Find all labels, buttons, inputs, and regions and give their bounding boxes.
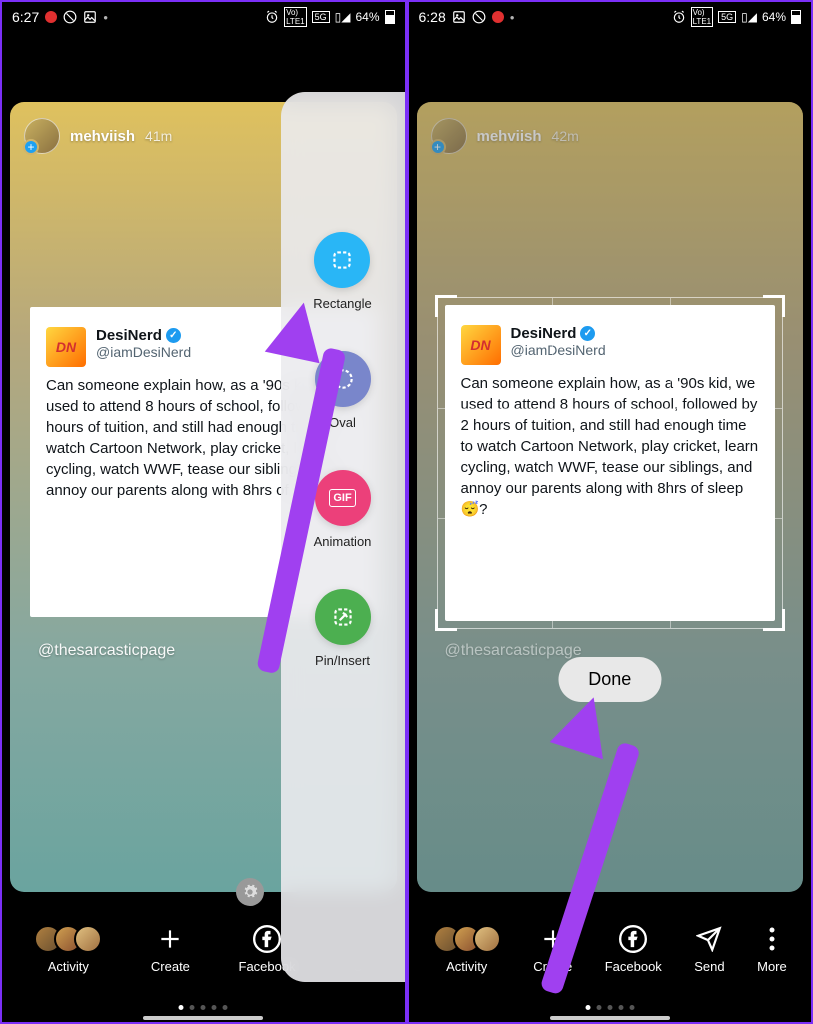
- activity-label: Activity: [446, 959, 487, 974]
- phone-right: 6:28 ● Vo)LTE1 5G ▯◢ 64% + mehviish 42m: [407, 0, 813, 1024]
- rectangle-icon: [329, 247, 355, 273]
- attribution: @thesarcasticpage: [445, 642, 582, 660]
- crop-handle-bl[interactable]: [435, 609, 457, 631]
- tool-rectangle[interactable]: Rectangle: [313, 232, 372, 311]
- battery-text: 64%: [762, 10, 786, 24]
- status-dot: ●: [103, 13, 108, 22]
- gallery-icon: [452, 10, 466, 24]
- crop-handle-tl[interactable]: [435, 295, 457, 317]
- signal-icon: ▯◢: [741, 10, 757, 24]
- record-icon: [45, 11, 57, 23]
- 5g-icon: 5G: [312, 11, 330, 23]
- phone-left: 6:27 ● Vo)LTE1 5G ▯◢ 64% + mehviish 41m …: [0, 0, 407, 1024]
- tool-label: Pin/Insert: [315, 653, 370, 668]
- more-label: More: [757, 959, 787, 974]
- dnd-icon: [472, 10, 486, 24]
- create-label: Create: [151, 959, 190, 974]
- verified-icon: [166, 328, 181, 343]
- nav-handle[interactable]: [143, 1016, 263, 1020]
- status-bar: 6:28 ● Vo)LTE1 5G ▯◢ 64%: [409, 2, 812, 32]
- gear-icon[interactable]: [236, 878, 264, 906]
- volte-icon: Vo)LTE1: [284, 7, 307, 27]
- status-time: 6:27: [12, 9, 39, 25]
- alarm-icon: [265, 10, 279, 24]
- battery-icon: [791, 10, 801, 24]
- username[interactable]: mehviish: [70, 128, 135, 145]
- facebook-label: Facebook: [605, 959, 662, 974]
- crop-handle-tr[interactable]: [763, 295, 785, 317]
- tweet-avatar: DN: [46, 327, 86, 367]
- facebook-button[interactable]: Facebook: [605, 925, 662, 974]
- pin-icon: [330, 604, 356, 630]
- create-button[interactable]: Create: [151, 925, 190, 974]
- facebook-icon: [619, 925, 647, 953]
- send-icon: [695, 925, 723, 953]
- annotation-arrow-head: [265, 297, 331, 363]
- tweet-name: DesiNerd: [96, 327, 191, 344]
- activity-label: Activity: [48, 959, 89, 974]
- page-dots: [585, 1005, 634, 1010]
- tool-label: Oval: [329, 415, 356, 430]
- status-dot: ●: [510, 13, 515, 22]
- attribution: @thesarcasticpage: [38, 642, 175, 660]
- volte-icon: Vo)LTE1: [691, 7, 714, 27]
- time-ago: 41m: [145, 128, 172, 144]
- tool-label: Animation: [314, 534, 372, 549]
- activity-button[interactable]: Activity: [34, 925, 102, 974]
- status-time: 6:28: [419, 9, 446, 25]
- status-bar: 6:27 ● Vo)LTE1 5G ▯◢ 64%: [2, 2, 405, 32]
- avatar-add-icon[interactable]: +: [23, 139, 39, 155]
- alarm-icon: [672, 10, 686, 24]
- bottom-bar: Activity Create Facebook Send More: [409, 904, 812, 994]
- tool-animation[interactable]: GIF Animation: [314, 470, 372, 549]
- plus-icon: [156, 925, 184, 953]
- record-icon: [492, 11, 504, 23]
- avatar[interactable]: +: [24, 118, 60, 154]
- send-button[interactable]: Send: [694, 925, 724, 974]
- gallery-icon: [83, 10, 97, 24]
- crop-box[interactable]: DN DesiNerd @iamDesiNerd Can someone exp…: [437, 297, 784, 629]
- send-label: Send: [694, 959, 724, 974]
- nav-handle[interactable]: [550, 1016, 670, 1020]
- dnd-icon: [63, 10, 77, 24]
- gif-icon: GIF: [329, 489, 355, 507]
- activity-button[interactable]: Activity: [433, 925, 501, 974]
- facebook-icon: [253, 925, 281, 953]
- tweet-handle: @iamDesiNerd: [96, 344, 191, 360]
- more-icon: [758, 925, 786, 953]
- tool-pin-insert[interactable]: Pin/Insert: [315, 589, 371, 668]
- battery-icon: [385, 10, 395, 24]
- 5g-icon: 5G: [718, 11, 736, 23]
- page-dots: [179, 1005, 228, 1010]
- signal-icon: ▯◢: [335, 10, 351, 24]
- crop-grid: [437, 297, 784, 629]
- crop-handle-br[interactable]: [763, 609, 785, 631]
- battery-text: 64%: [355, 10, 379, 24]
- more-button[interactable]: More: [757, 925, 787, 974]
